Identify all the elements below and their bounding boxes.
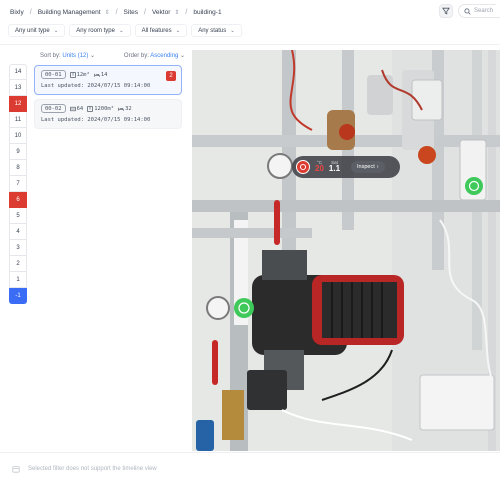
bed-icon — [118, 107, 124, 111]
temperature-readout: °C 20 — [315, 160, 324, 174]
floor-button[interactable]: 2 — [9, 256, 27, 272]
floor-button[interactable]: 13 — [9, 80, 27, 96]
search-input[interactable]: Search — [458, 4, 500, 18]
search-placeholder: Search — [474, 8, 494, 14]
unit-updated: Last updated: 2024/07/15 09:14:00 — [41, 117, 151, 123]
floor-button[interactable]: 6 — [9, 192, 27, 208]
floor-button[interactable]: 11 — [9, 112, 27, 128]
floor-button[interactable]: 8 — [9, 160, 27, 176]
floor-button[interactable]: 14 — [9, 64, 27, 80]
unit-updated: Last updated: 2024/07/15 09:14:00 — [41, 83, 151, 89]
unit-card-details: 00-02 64 1200m² 32 — [41, 104, 175, 113]
timeline-message: Selected filter does not support the tim… — [28, 466, 157, 472]
floorplan-icon — [69, 71, 76, 78]
capacity-info: 32 — [118, 106, 132, 112]
unit-count-a: 64 — [76, 105, 84, 112]
top-bar: Bixly / Building Management ⇕ / Sites / … — [0, 0, 500, 24]
floor-button[interactable]: -1 — [9, 288, 27, 304]
bed-icon — [94, 73, 100, 77]
chevron-updown-icon[interactable]: ⇕ — [105, 9, 110, 16]
saturation-value: 1.1 — [328, 164, 341, 174]
alert-marker-button[interactable] — [296, 160, 310, 174]
unit-area: 1200m² — [94, 105, 115, 112]
alert-count-badge: 2 — [166, 71, 176, 81]
unit-card-details: 00-01 12m² 14 — [41, 70, 175, 79]
order-by-value: Ascending — [150, 52, 179, 59]
sensor-overlay: °C 20 Sat 1.1 Inspect › — [292, 156, 400, 178]
floor-button[interactable]: 10 — [9, 128, 27, 144]
unit-code: 00-01 — [41, 70, 66, 79]
sort-by-control[interactable]: Sort by: Units (12) ⌄ — [40, 52, 95, 59]
unit-type-filter-label: Any unit type — [15, 27, 50, 34]
area-info: 12m² — [69, 71, 90, 78]
unit-count: 32 — [125, 105, 132, 112]
chevron-down-icon: ⌄ — [118, 27, 124, 34]
floor-button[interactable]: 9 — [9, 144, 27, 160]
inspect-label: Inspect — [357, 164, 375, 170]
breadcrumb: Bixly / Building Management ⇕ / Sites / … — [10, 9, 222, 16]
room-type-filter-label: Any room type — [76, 27, 115, 34]
chevron-down-icon: ⌄ — [90, 52, 96, 59]
floor-selector: 14 13 12 11 10 9 8 7 6 5 4 3 2 1 -1 — [9, 64, 27, 304]
breadcrumb-item-bixly[interactable]: Bixly — [10, 9, 24, 16]
floor-button[interactable]: 4 — [9, 224, 27, 240]
breadcrumb-item-vektor[interactable]: Vektor — [152, 9, 170, 16]
sort-by-value: Units (12) — [62, 52, 89, 59]
breadcrumb-item-building[interactable]: building-1 — [193, 9, 221, 16]
temperature-value: 20 — [315, 164, 324, 174]
breadcrumb-separator: / — [115, 8, 118, 16]
boiler-room-illustration — [192, 50, 500, 451]
breadcrumb-separator: / — [144, 8, 146, 16]
unit-code: 00-02 — [41, 104, 66, 113]
alert-icon — [299, 163, 307, 171]
chevron-down-icon: ⌄ — [175, 27, 181, 34]
chevron-updown-icon[interactable]: ⇕ — [174, 9, 179, 16]
unit-area: 12m² — [76, 71, 90, 78]
status-filter[interactable]: Any status ⌄ — [191, 24, 242, 37]
rooms-icon — [69, 106, 76, 111]
filter-icon — [442, 7, 450, 15]
order-by-control[interactable]: Order by: Ascending ⌄ — [124, 52, 185, 59]
breadcrumb-separator: / — [185, 8, 188, 16]
unit-card[interactable]: 00-02 64 1200m² 32 Last updated: 2024/07… — [34, 99, 182, 129]
features-filter-label: All features — [141, 27, 172, 34]
chevron-down-icon: ⌄ — [230, 27, 235, 34]
floor-button[interactable]: 12 — [9, 96, 27, 112]
chevron-down-icon: ⌄ — [179, 52, 185, 59]
chevron-right-icon: › — [376, 164, 379, 170]
app-window: Bixly / Building Management ⇕ / Sites / … — [0, 0, 500, 485]
floor-button[interactable]: 5 — [9, 208, 27, 224]
unit-count: 14 — [100, 71, 108, 78]
saturation-readout: Sat 1.1 — [328, 160, 341, 174]
floor-button[interactable]: 1 — [9, 272, 27, 288]
breadcrumb-item-sites[interactable]: Sites — [124, 9, 138, 16]
search-icon — [464, 7, 471, 15]
features-filter[interactable]: All features ⌄ — [134, 24, 188, 37]
chevron-down-icon: ⌄ — [53, 27, 59, 34]
filters-row: Any unit type ⌄ Any room type ⌄ All featur… — [8, 24, 242, 38]
area-info: 1200m² — [87, 106, 114, 112]
breadcrumb-item-building-management[interactable]: Building Management — [38, 9, 101, 16]
top-actions: Search — [439, 4, 500, 18]
sort-bar: Sort by: Units (12) ⌄ Order by: Ascendin… — [40, 48, 185, 62]
status-filter-label: Any status — [198, 27, 227, 34]
floor-button[interactable]: 3 — [9, 240, 27, 256]
capacity-info: 14 — [94, 71, 108, 78]
floorplan-icon — [87, 105, 93, 112]
equipment-photo — [192, 50, 500, 451]
rooms-info: 64 — [69, 105, 84, 112]
room-type-filter[interactable]: Any room type ⌄ — [69, 24, 131, 37]
timeline-bar: Selected filter does not support the tim… — [0, 452, 500, 485]
floor-button[interactable]: 7 — [9, 176, 27, 192]
filter-button[interactable] — [439, 4, 453, 18]
unit-type-filter[interactable]: Any unit type ⌄ — [8, 24, 66, 37]
unit-card[interactable]: 00-01 12m² 14 2 Last updated: 2024/07/15… — [34, 65, 182, 95]
calendar-icon — [12, 466, 20, 473]
inspect-button[interactable]: Inspect › — [351, 161, 385, 173]
order-by-label: Order by: — [123, 52, 149, 59]
sort-by-label: Sort by: — [40, 52, 61, 59]
breadcrumb-separator: / — [29, 8, 32, 16]
